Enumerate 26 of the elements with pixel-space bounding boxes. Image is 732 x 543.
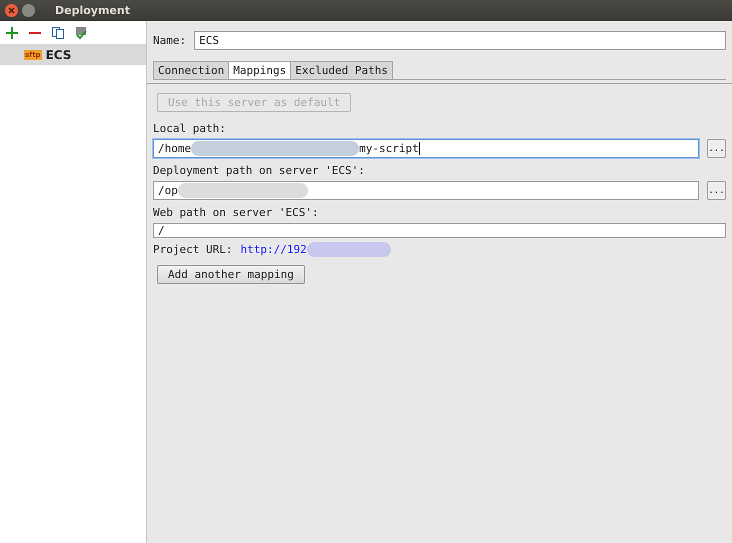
name-field[interactable]: ECS <box>194 31 726 50</box>
path-start: /home <box>158 142 192 155</box>
close-icon <box>8 7 15 14</box>
deployment-path-label: Deployment path on server 'ECS': <box>153 164 366 177</box>
maximize-button[interactable] <box>22 4 35 17</box>
project-url-label: Project URL: <box>153 243 232 256</box>
web-path-label: Web path on server 'ECS': <box>153 206 320 219</box>
checklist-icon[interactable] <box>74 26 88 40</box>
add-icon[interactable] <box>5 26 19 40</box>
browse-button[interactable]: ... <box>707 139 726 158</box>
tab[interactable]: Connection <box>153 61 230 79</box>
copy-icon[interactable] <box>51 26 65 40</box>
tab[interactable]: Excluded Paths <box>290 61 393 79</box>
path-start: /op <box>158 184 178 197</box>
close-button[interactable] <box>5 4 18 17</box>
tab[interactable]: Mappings <box>228 61 292 79</box>
web-path-field[interactable]: / <box>153 223 726 238</box>
path-end: my-script <box>359 142 419 155</box>
window-title: Deployment <box>55 4 130 17</box>
name-label: Name: <box>153 34 186 47</box>
deployment-path-field[interactable]: /op <box>153 181 699 200</box>
project-url-link[interactable]: http://192 <box>240 243 307 256</box>
local-path-field[interactable]: /home my-script <box>153 139 699 158</box>
add-mapping-button[interactable]: Add another mapping <box>157 265 305 284</box>
browse-button[interactable]: ... <box>707 181 726 200</box>
local-path-label: Local path: <box>153 122 227 135</box>
